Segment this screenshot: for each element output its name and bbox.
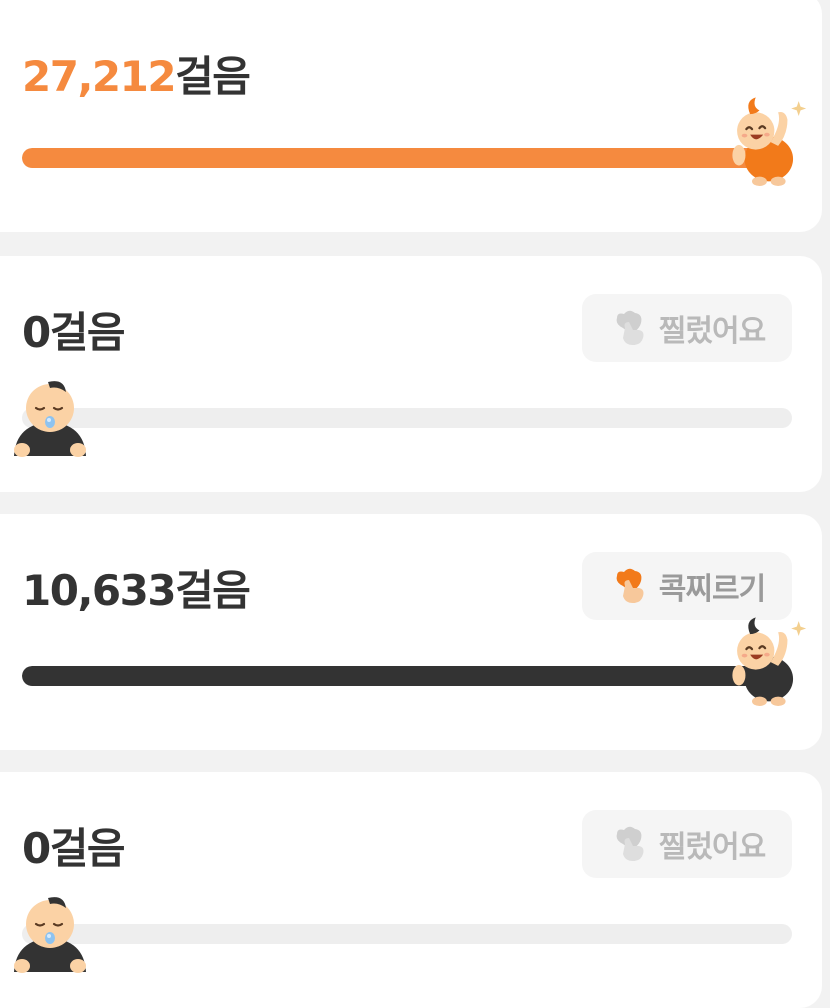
progress-track (22, 666, 792, 686)
step-count-number: 27,212 (22, 52, 177, 101)
step-card-4: 0걸음 찔렀어요 (0, 772, 822, 1008)
poke-button-label: 찔렀어요 (658, 830, 766, 865)
poke-button[interactable]: 콕찌르기 (582, 552, 792, 620)
happy-orange-mascot-icon (724, 96, 808, 192)
happy-black-mascot-icon (724, 616, 808, 712)
step-card-3: 10,633걸음 콕찌르기 (0, 514, 822, 750)
poke-hand-icon (609, 566, 649, 606)
poke-hand-icon (609, 824, 649, 864)
progress-track (22, 408, 792, 428)
step-count: 27,212걸음 (22, 56, 251, 98)
step-count: 0걸음 (22, 308, 126, 357)
poke-button[interactable]: 찔렀어요 (582, 810, 792, 878)
progress-track (22, 924, 792, 944)
sleeping-mascot-icon (10, 894, 90, 974)
poke-button-label: 콕찌르기 (658, 572, 766, 607)
step-count-unit: 걸음 (175, 52, 251, 101)
step-card-1: 27,212걸음 (0, 0, 822, 232)
sleeping-mascot-icon (10, 378, 90, 458)
poke-hand-icon (609, 308, 649, 348)
step-card-2: 0걸음 찔렀어요 (0, 256, 822, 492)
step-count: 0걸음 (22, 824, 126, 873)
progress-fill (22, 148, 792, 168)
step-count: 10,633걸음 (22, 566, 251, 615)
progress-fill (22, 666, 792, 686)
poke-button[interactable]: 찔렀어요 (582, 294, 792, 362)
progress-track (22, 148, 792, 168)
poke-button-label: 찔렀어요 (658, 314, 766, 349)
